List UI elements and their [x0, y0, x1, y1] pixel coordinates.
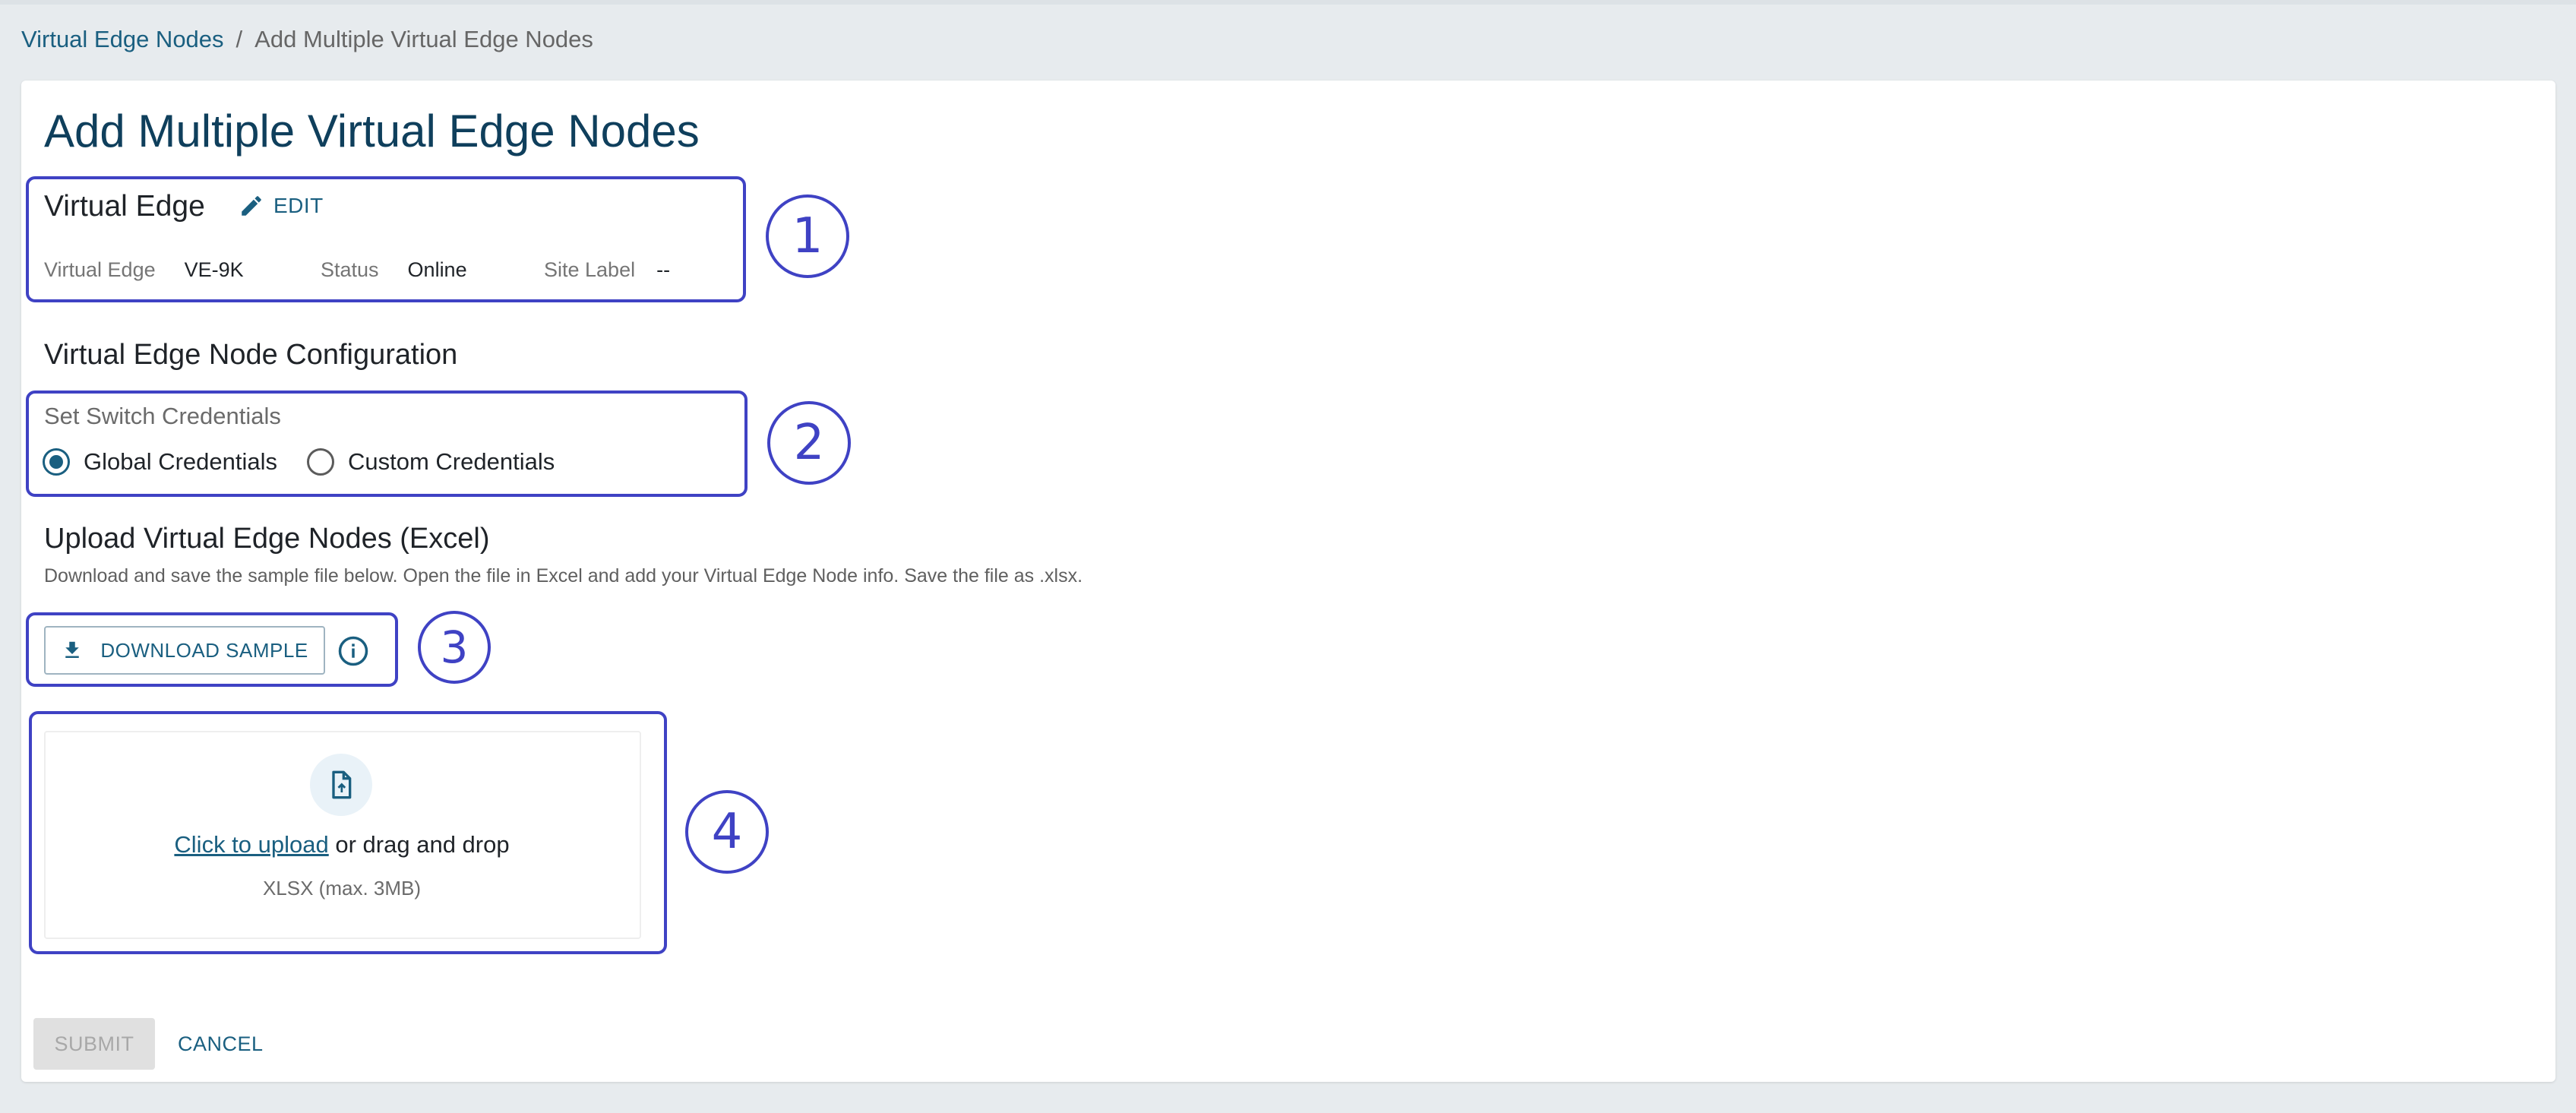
- radio-custom-credentials[interactable]: Custom Credentials: [307, 448, 555, 476]
- field-label: Virtual Edge: [44, 258, 156, 281]
- field-site-label: Site Label --: [544, 258, 670, 282]
- radio-label: Global Credentials: [84, 448, 278, 475]
- callout-number-3: 3: [418, 611, 491, 684]
- pencil-icon: [242, 196, 261, 216]
- page-title: Add Multiple Virtual Edge Nodes: [44, 106, 700, 157]
- field-value: VE-9K: [184, 258, 244, 281]
- credentials-label: Set Switch Credentials: [44, 403, 281, 429]
- file-upload-icon: [332, 770, 352, 799]
- virtual-edge-title: Virtual Edge: [44, 190, 205, 223]
- download-sample-button[interactable]: DOWNLOAD SAMPLE: [44, 626, 325, 675]
- info-icon[interactable]: [337, 635, 369, 667]
- upload-description: Download and save the sample file below.…: [44, 565, 1083, 587]
- breadcrumb: Virtual Edge Nodes / Add Multiple Virtual …: [21, 26, 593, 53]
- configuration-heading: Virtual Edge Node Configuration: [44, 339, 458, 371]
- radio-label: Custom Credentials: [348, 448, 555, 475]
- radio-checked-icon: [43, 448, 70, 476]
- callout-number-1: 1: [766, 194, 849, 278]
- radio-global-credentials[interactable]: Global Credentials: [43, 448, 277, 476]
- field-status: Status Online: [321, 258, 467, 282]
- upload-text: Click to upload or drag and drop: [0, 831, 684, 858]
- breadcrumb-separator: /: [235, 26, 243, 52]
- breadcrumb-current: Add Multiple Virtual Edge Nodes: [254, 26, 593, 52]
- callout-number-4: 4: [685, 790, 769, 874]
- field-virtual-edge: Virtual Edge VE-9K: [44, 258, 244, 282]
- breadcrumb-link-virtual-edge-nodes[interactable]: Virtual Edge Nodes: [21, 26, 224, 52]
- submit-button[interactable]: SUBMIT: [33, 1018, 155, 1070]
- drag-and-drop-text: or drag and drop: [335, 831, 510, 858]
- click-to-upload-link[interactable]: Click to upload: [174, 831, 328, 858]
- download-sample-label: DOWNLOAD SAMPLE: [100, 638, 308, 662]
- field-value: --: [656, 258, 671, 281]
- upload-heading: Upload Virtual Edge Nodes (Excel): [44, 523, 490, 555]
- callout-number-2: 2: [767, 401, 851, 485]
- upload-icon-badge: [310, 754, 372, 816]
- radio-unchecked-icon: [307, 448, 334, 476]
- top-border: [0, 0, 2576, 5]
- field-label: Site Label: [544, 258, 636, 281]
- download-icon: [65, 641, 80, 658]
- field-value: Online: [407, 258, 467, 281]
- edit-label: EDIT: [273, 194, 324, 217]
- edit-button[interactable]: EDIT: [239, 193, 324, 219]
- upload-file-hint: XLSX (max. 3MB): [262, 877, 422, 900]
- cancel-button[interactable]: CANCEL: [178, 1018, 264, 1070]
- field-label: Status: [321, 258, 379, 281]
